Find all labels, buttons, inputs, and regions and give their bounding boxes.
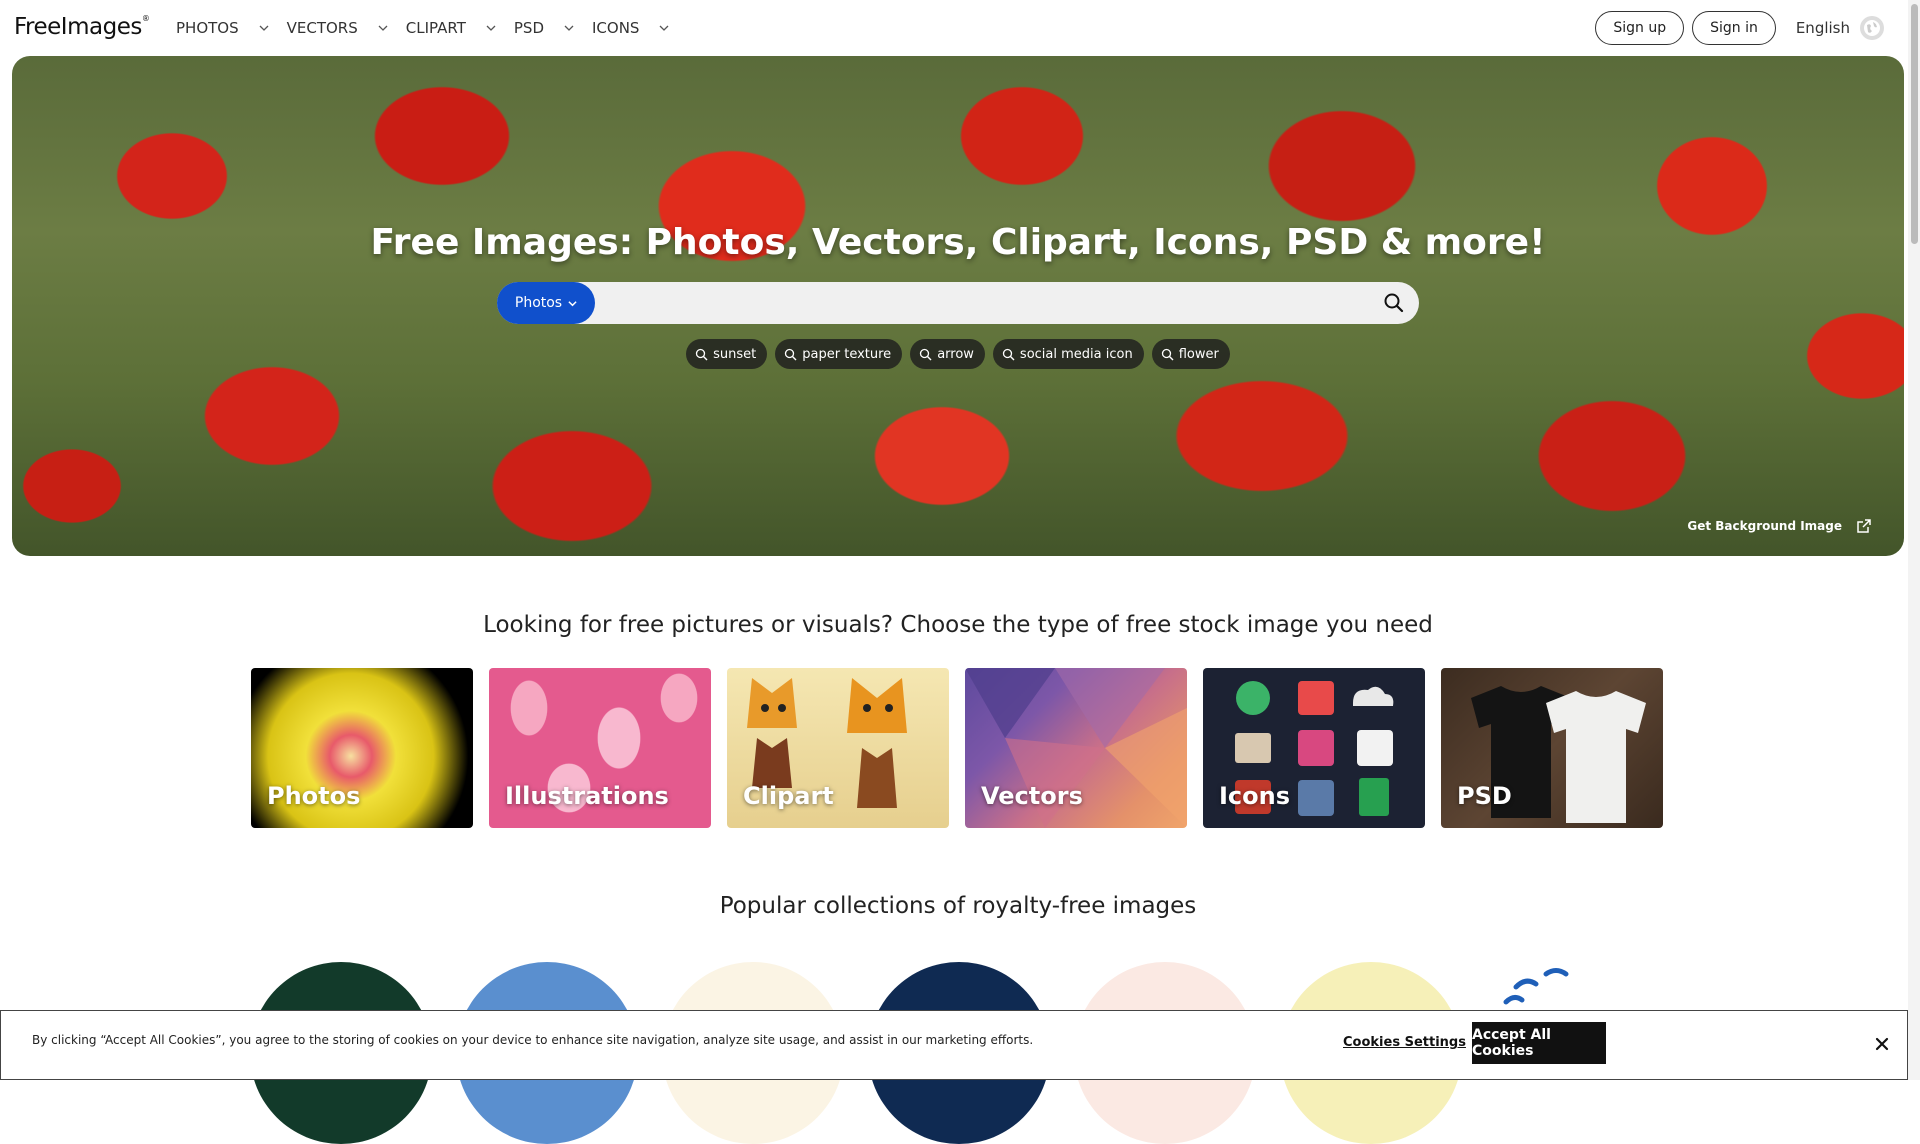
search-bar: Photos	[497, 282, 1419, 324]
search-icon	[1161, 348, 1174, 360]
search-tag-label: social media icon	[1019, 346, 1133, 362]
sign-in-button[interactable]: Sign in	[1692, 11, 1776, 45]
chevron-down-icon[interactable]	[564, 23, 574, 33]
collections-section-title: Popular collections of royalty-free imag…	[719, 893, 1197, 919]
search-tag-label: arrow	[937, 346, 974, 362]
search-input[interactable]	[607, 282, 1357, 324]
nav-item-photos[interactable]: PHOTOS	[176, 19, 269, 37]
language-selector[interactable]: English	[1796, 16, 1884, 40]
search-icon	[1002, 348, 1015, 360]
search-icon	[785, 348, 797, 360]
search-tag[interactable]: paper texture	[775, 339, 903, 369]
language-label: English	[1795, 19, 1850, 37]
close-icon[interactable]	[1873, 1035, 1891, 1053]
cookie-message: By clicking “Accept All Cookies”, you ag…	[32, 1033, 1034, 1047]
main-nav: PHOTOS VECTORS CLIPART PSD ICONS	[176, 0, 687, 56]
nav-label: CLIPART	[405, 19, 466, 37]
header-actions: Sign up Sign in English	[1595, 0, 1920, 56]
nav-label: VECTORS	[286, 19, 358, 37]
card-illustrations[interactable]: Illustrations	[489, 668, 711, 828]
logo-registered-mark: ®	[141, 14, 150, 24]
nav-item-psd[interactable]: PSD	[514, 19, 574, 37]
image-type-cards: Photos Illustrations Clipart Vectors Ico…	[251, 668, 1679, 828]
site-logo[interactable]: FreeImages®	[14, 14, 150, 40]
nav-label: PHOTOS	[176, 19, 239, 37]
site-header: FreeImages® PHOTOS VECTORS CLIPART PSD I…	[0, 0, 1920, 56]
card-clipart[interactable]: Clipart	[727, 668, 949, 828]
get-background-image-link[interactable]: Get Background Image	[1687, 518, 1872, 534]
chevron-down-icon[interactable]	[659, 23, 669, 33]
search-tag-label: flower	[1178, 346, 1219, 362]
card-photos[interactable]: Photos	[251, 668, 473, 828]
nav-label: PSD	[513, 19, 544, 37]
card-label: Illustrations	[505, 782, 669, 810]
search-icon[interactable]	[1383, 292, 1405, 314]
search-icon	[920, 348, 932, 360]
card-label: Icons	[1219, 782, 1291, 810]
cookie-consent-banner: By clicking “Accept All Cookies”, you ag…	[0, 1010, 1908, 1080]
bg-credit-label: Get Background Image	[1687, 519, 1842, 533]
logo-text: FreeImages	[14, 14, 142, 40]
nav-label: ICONS	[592, 19, 640, 37]
chevron-down-icon[interactable]	[486, 23, 496, 33]
external-link-icon	[1857, 519, 1871, 533]
card-psd[interactable]: PSD	[1441, 668, 1663, 828]
scrollbar-thumb[interactable]	[1911, 4, 1918, 244]
nav-item-clipart[interactable]: CLIPART	[406, 19, 496, 37]
popular-search-tags: sunset paper texture arrow social media …	[12, 339, 1904, 369]
globe-icon	[1860, 16, 1884, 40]
search-tag-label: sunset	[713, 346, 757, 362]
nav-item-vectors[interactable]: VECTORS	[287, 19, 388, 37]
hero-title: Free Images: Photos, Vectors, Clipart, I…	[370, 222, 1546, 263]
accept-all-cookies-button[interactable]: Accept All Cookies	[1472, 1022, 1606, 1064]
search-tag[interactable]: sunset	[686, 339, 768, 369]
card-vectors[interactable]: Vectors	[965, 668, 1187, 828]
card-label: Clipart	[743, 782, 834, 810]
search-tag[interactable]: social media icon	[992, 339, 1144, 369]
search-icon	[696, 348, 708, 360]
search-type-label: Photos	[514, 295, 563, 311]
chevron-down-icon[interactable]	[378, 23, 388, 33]
search-tag-label: paper texture	[802, 346, 892, 362]
card-label: Photos	[267, 782, 361, 810]
chevron-down-icon[interactable]	[259, 23, 269, 33]
cookies-settings-button[interactable]: Cookies Settings	[1343, 1035, 1466, 1050]
sign-up-button[interactable]: Sign up	[1595, 11, 1685, 45]
types-section-title: Looking for free pictures or visuals? Ch…	[483, 612, 1433, 638]
search-tag[interactable]: flower	[1151, 339, 1230, 369]
card-label: PSD	[1457, 782, 1512, 810]
card-icons[interactable]: Icons	[1203, 668, 1425, 828]
nav-item-icons[interactable]: ICONS	[592, 19, 669, 37]
chevron-down-icon	[568, 300, 577, 306]
hero-banner: Free Images: Photos, Vectors, Clipart, I…	[12, 56, 1904, 556]
card-label: Vectors	[981, 782, 1083, 810]
search-tag[interactable]: arrow	[910, 339, 985, 369]
search-type-dropdown[interactable]: Photos	[497, 282, 595, 324]
